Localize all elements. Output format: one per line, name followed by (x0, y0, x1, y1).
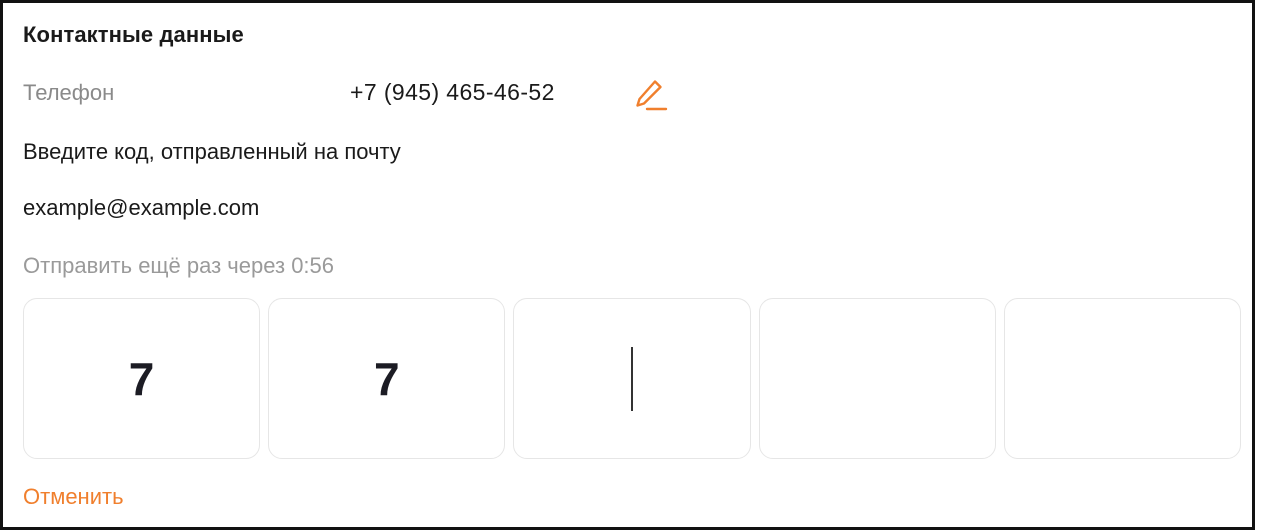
code-instruction: Введите код, отправленный на почту (23, 139, 401, 164)
code-digit-2[interactable]: 7 (268, 298, 506, 459)
code-digit-3[interactable] (513, 298, 751, 459)
pencil-icon (636, 80, 668, 111)
edit-phone-button[interactable] (633, 78, 669, 112)
text-caret (631, 347, 633, 411)
email-address: example@example.com (23, 195, 260, 220)
contact-details-panel: Контактные данные Телефон +7 (945) 465-4… (0, 0, 1255, 530)
cancel-link[interactable]: Отменить (23, 484, 124, 510)
phone-value: +7 (945) 465-46-52 (350, 79, 555, 105)
verification-code-input: 7 7 (23, 298, 1242, 459)
section-title: Контактные данные (23, 22, 244, 47)
phone-row: Телефон +7 (945) 465-46-52 (23, 78, 723, 112)
resend-timer: Отправить ещё раз через 0:56 (23, 253, 335, 278)
phone-label: Телефон (23, 80, 115, 105)
code-digit-4[interactable] (758, 298, 996, 459)
code-digit-1[interactable]: 7 (23, 298, 261, 459)
code-digit-5[interactable] (1003, 298, 1242, 459)
